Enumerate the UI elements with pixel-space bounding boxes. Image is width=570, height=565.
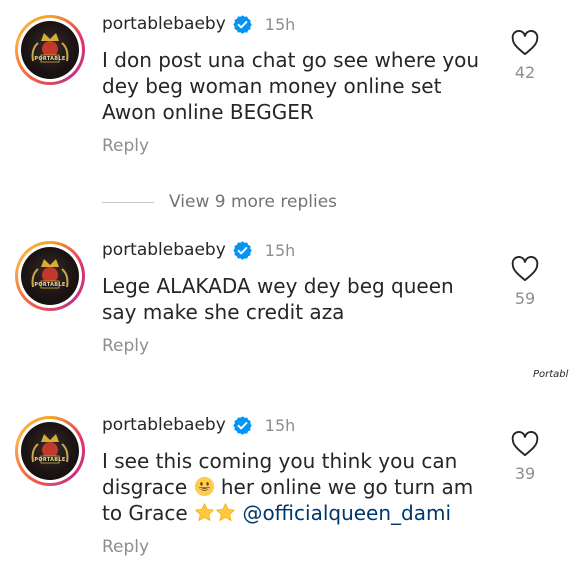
comment-text: Lege ALAKADA wey dey beg queen say make … xyxy=(102,274,454,324)
reply-button[interactable]: Reply xyxy=(102,136,149,156)
comment-text: I don post una chat go see where you dey… xyxy=(102,48,480,124)
verified-badge-icon xyxy=(233,240,252,260)
reply-button[interactable]: Reply xyxy=(102,537,149,557)
star-icon xyxy=(216,503,235,521)
comment-header: portablebaeby 15h xyxy=(102,238,295,262)
comment-header: portablebaeby 15h xyxy=(102,413,295,437)
avatar[interactable]: PORTABLE xyxy=(15,241,85,311)
divider-line xyxy=(102,201,154,203)
username[interactable]: portablebaeby xyxy=(102,240,226,260)
timestamp: 15h xyxy=(264,14,296,34)
timestamp: 15h xyxy=(264,240,296,260)
username[interactable]: portablebaeby xyxy=(102,415,226,435)
username[interactable]: portablebaeby xyxy=(102,14,226,34)
view-more-replies-label[interactable]: View 9 more replies xyxy=(169,192,337,212)
heart-outline-icon[interactable] xyxy=(511,30,539,56)
like-count: 59 xyxy=(514,289,536,308)
star-icon xyxy=(195,503,214,521)
heart-outline-icon[interactable] xyxy=(511,431,539,457)
like-count: 39 xyxy=(514,464,536,483)
comment-text: I see this coming you think you can disg… xyxy=(102,448,482,526)
timestamp: 15h xyxy=(264,415,296,435)
avatar[interactable]: PORTABLE xyxy=(15,15,85,85)
reply-button[interactable]: Reply xyxy=(102,336,149,356)
like-count: 42 xyxy=(514,63,536,82)
grinning-face-icon xyxy=(194,476,214,497)
side-label: Portabl xyxy=(533,369,569,380)
avatar[interactable]: PORTABLE xyxy=(15,416,85,486)
heart-outline-icon[interactable] xyxy=(511,256,539,282)
view-more-replies[interactable]: View 9 more replies xyxy=(102,190,337,214)
verified-badge-icon xyxy=(233,14,252,34)
comment-header: portablebaeby 15h xyxy=(102,12,295,36)
mention-link[interactable]: @officialqueen_dami xyxy=(242,501,451,525)
verified-badge-icon xyxy=(233,415,252,435)
